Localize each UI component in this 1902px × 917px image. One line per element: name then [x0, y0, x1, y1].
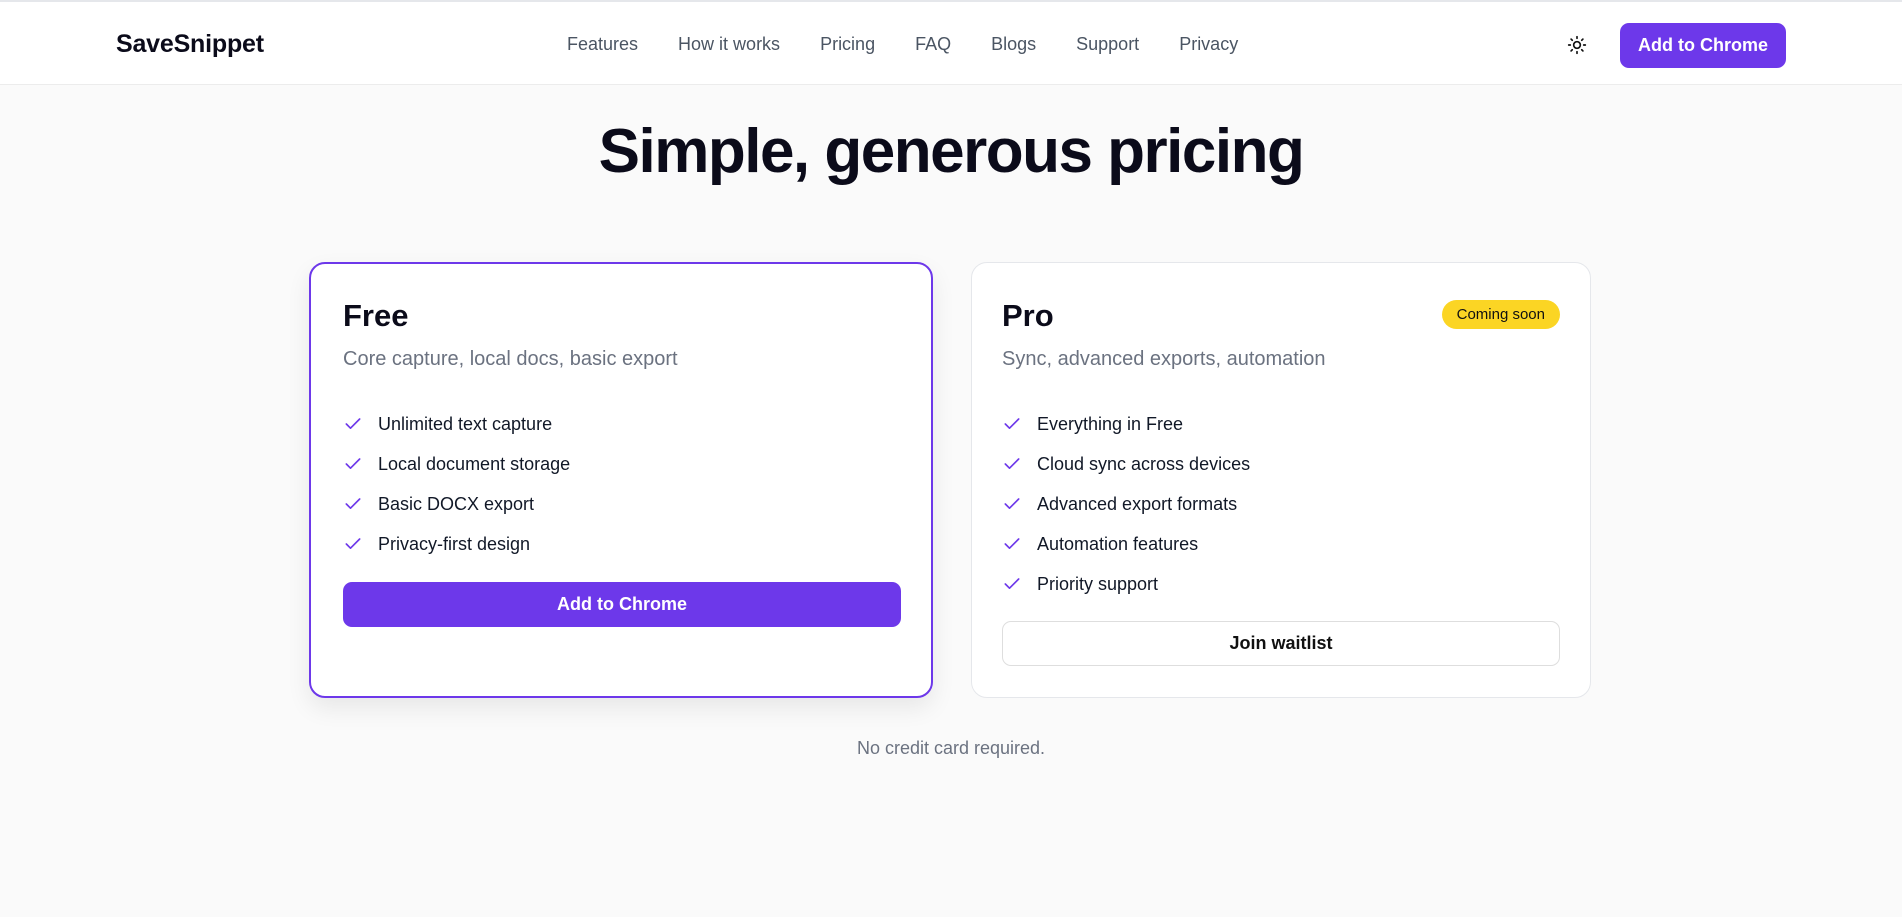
free-add-to-chrome-button[interactable]: Add to Chrome: [343, 582, 901, 627]
join-waitlist-button[interactable]: Join waitlist: [1002, 621, 1560, 666]
brand-logo[interactable]: SaveSnippet: [116, 30, 264, 59]
check-icon: [1004, 538, 1020, 549]
feature-item: Unlimited text capture: [343, 404, 570, 444]
feature-label: Basic DOCX export: [378, 493, 535, 514]
check-icon: [345, 458, 361, 469]
nav-link-how-it-works[interactable]: How it works: [678, 34, 780, 55]
feature-item: Automation features: [1002, 524, 1250, 564]
plan-description: Core capture, local docs, basic export: [343, 348, 678, 370]
nav-link-pricing[interactable]: Pricing: [820, 34, 875, 55]
nav-link-blogs[interactable]: Blogs: [991, 34, 1036, 55]
nav-link-features[interactable]: Features: [567, 34, 638, 55]
plan-name: Free: [343, 298, 409, 333]
theme-toggle-button[interactable]: [1564, 32, 1590, 58]
feature-item: Advanced export formats: [1002, 484, 1250, 524]
feature-item: Priority support: [1002, 564, 1250, 604]
feature-label: Advanced export formats: [1037, 493, 1238, 514]
check-icon: [1004, 578, 1020, 589]
feature-item: Local document storage: [343, 444, 570, 484]
feature-item: Cloud sync across devices: [1002, 444, 1250, 484]
check-icon: [1004, 418, 1020, 429]
page: SaveSnippet Features How it works Pricin…: [0, 0, 1902, 917]
feature-label: Everything in Free: [1037, 413, 1184, 434]
feature-list: Unlimited text capture Local document st…: [343, 404, 570, 564]
site-header: SaveSnippet Features How it works Pricin…: [0, 0, 1902, 85]
plan-name: Pro: [1002, 298, 1054, 333]
coming-soon-badge: Coming soon: [1441, 300, 1560, 329]
feature-list: Everything in Free Cloud sync across dev…: [1002, 404, 1250, 604]
nav-link-faq[interactable]: FAQ: [915, 34, 951, 55]
feature-item: Basic DOCX export: [343, 484, 570, 524]
feature-label: Cloud sync across devices: [1037, 453, 1251, 474]
feature-label: Local document storage: [378, 453, 571, 474]
feature-label: Priority support: [1037, 573, 1159, 594]
main-nav: Features How it works Pricing FAQ Blogs …: [567, 34, 1238, 55]
no-credit-card-note: No credit card required.: [856, 738, 1046, 758]
feature-label: Privacy-first design: [378, 533, 531, 554]
plan-card-pro: Pro Coming soon Sync, advanced exports, …: [971, 262, 1591, 698]
feature-label: Automation features: [1037, 533, 1199, 554]
check-icon: [345, 418, 361, 429]
check-icon: [345, 538, 361, 549]
plan-card-free: Free Core capture, local docs, basic exp…: [309, 262, 933, 698]
check-icon: [1004, 458, 1020, 469]
sun-icon: [1567, 35, 1587, 55]
header-add-to-chrome-button[interactable]: Add to Chrome: [1620, 23, 1786, 68]
page-title: Simple, generous pricing: [598, 117, 1305, 186]
feature-label: Unlimited text capture: [378, 413, 553, 434]
nav-link-privacy[interactable]: Privacy: [1179, 34, 1238, 55]
check-icon: [345, 498, 361, 509]
feature-item: Everything in Free: [1002, 404, 1250, 444]
nav-link-support[interactable]: Support: [1076, 34, 1139, 55]
feature-item: Privacy-first design: [343, 524, 570, 564]
check-icon: [1004, 498, 1020, 509]
plan-description: Sync, advanced exports, automation: [1002, 348, 1326, 370]
